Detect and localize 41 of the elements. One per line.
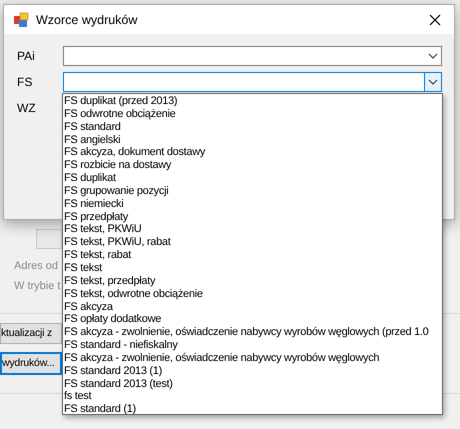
list-item[interactable]: fs test <box>64 390 92 404</box>
chevron-down-icon <box>428 79 438 85</box>
list-item[interactable]: FS rozbicie na dostawy <box>64 159 172 172</box>
list-item[interactable]: FS przedpłaty <box>64 210 128 224</box>
list-item[interactable]: FS tekst, PKWiU <box>64 223 142 236</box>
dropdown-menu[interactable] <box>62 93 443 415</box>
list-item[interactable]: FS akcyza <box>64 300 113 314</box>
list-item[interactable]: FS standard <box>64 120 121 134</box>
combo-box[interactable] <box>63 72 442 92</box>
field-label: PAi <box>17 49 36 63</box>
list-item[interactable]: FS standard - niefiskalny <box>64 339 178 352</box>
close-icon[interactable] <box>429 14 441 26</box>
mode-label: W trybie t <box>14 279 60 293</box>
chevron-down-icon <box>428 53 438 59</box>
list-item[interactable]: FS opłaty dodatkowe <box>64 313 162 326</box>
input-field[interactable] <box>36 229 62 249</box>
list-item[interactable]: FS tekst, odwrotne obciążenie <box>64 288 203 300</box>
list-item[interactable]: FS standard 2013 (1) <box>64 364 162 378</box>
list-item[interactable]: FS tekst <box>64 262 102 275</box>
list-item[interactable]: FS niemiecki <box>64 198 124 211</box>
list-item[interactable]: FS angielski <box>64 134 120 146</box>
list-item[interactable]: FS standard (1) <box>64 403 136 416</box>
list-item[interactable]: FS tekst, rabat <box>64 249 132 262</box>
list-item[interactable]: FS tekst, przedpłaty <box>64 274 156 288</box>
address-label: Adres od <box>14 259 58 273</box>
list-item[interactable]: FS grupowanie pozycji <box>64 184 168 198</box>
list-item[interactable]: FS odwrotne obciążenie <box>64 108 176 121</box>
list-item[interactable]: FS tekst, PKWiU, rabat <box>64 236 170 250</box>
list-item[interactable]: FS duplikat (przed 2013) <box>64 95 178 108</box>
list-item[interactable]: FS standard 2013 (test) <box>64 378 173 390</box>
app-icon <box>13 12 29 28</box>
field-label: FS <box>17 75 34 89</box>
list-item[interactable]: FS akcyza - zwolnienie, oświadczenie nabywcy wyrobów węglowych (przed 1.0 <box>64 326 428 340</box>
combo-box[interactable] <box>63 46 442 66</box>
window-title: Wzorce wydruków <box>36 12 138 26</box>
field-label: WZ <box>17 101 37 115</box>
list-item[interactable]: FS akcyza, dokument dostawy <box>64 146 206 160</box>
list-item[interactable]: FS akcyza - zwolnienie, oświadczenie nabywcy wyrobów węglowych <box>64 352 380 365</box>
action-button[interactable]: ktualizacji z <box>0 323 62 344</box>
action-button[interactable]: wydruków... <box>0 352 62 375</box>
list-item[interactable]: FS duplikat <box>64 172 116 185</box>
